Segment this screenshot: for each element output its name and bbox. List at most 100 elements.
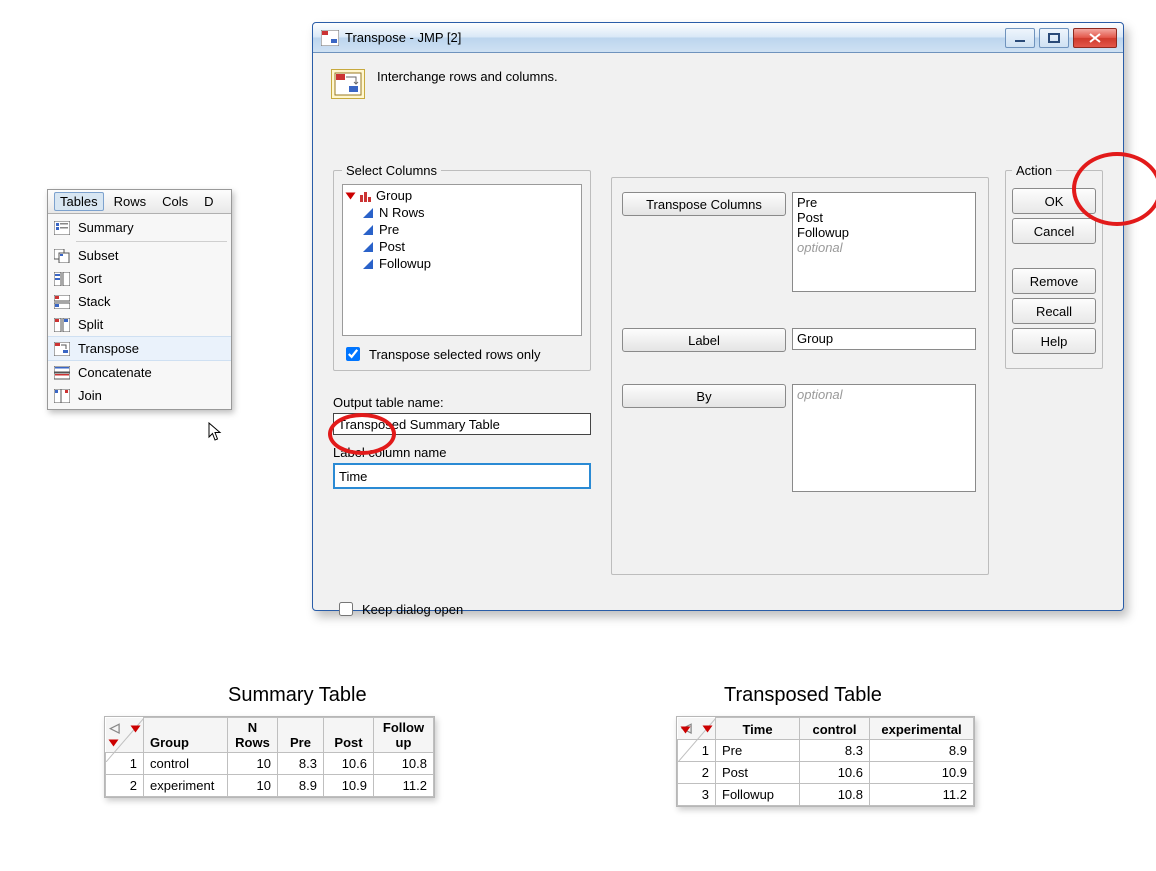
titlebar[interactable]: Transpose - JMP [2] [313, 23, 1123, 53]
menu-item-label: Summary [78, 220, 134, 235]
checkbox-input[interactable] [339, 602, 353, 616]
table-row[interactable]: 1 control 10 8.3 10.6 10.8 [106, 753, 434, 775]
menu-item-summary[interactable]: Summary [48, 216, 231, 239]
menu-item-sort[interactable]: Sort [48, 267, 231, 290]
col-header[interactable]: experimental [870, 718, 974, 740]
cell[interactable]: 8.9 [870, 740, 974, 762]
list-item[interactable]: Group [345, 187, 579, 204]
menubar-tables[interactable]: Tables [54, 192, 104, 211]
subset-icon [54, 249, 70, 263]
cell[interactable]: 10.8 [374, 753, 434, 775]
cell[interactable]: control [144, 753, 228, 775]
select-columns-fieldset: Select Columns Group N Rows Pre Pos [333, 163, 591, 371]
output-table-input[interactable] [333, 413, 591, 435]
nominal-icon [360, 190, 372, 202]
output-table-label: Output table name: [333, 395, 444, 410]
cell[interactable]: 10 [228, 753, 278, 775]
by-role-field[interactable]: optional [792, 384, 976, 492]
role-item[interactable]: Pre [797, 195, 971, 210]
select-columns-legend: Select Columns [342, 163, 441, 178]
menu-item-label: Concatenate [78, 365, 152, 380]
join-icon [54, 389, 70, 403]
cell[interactable]: 8.9 [278, 775, 324, 797]
cell[interactable]: 11.2 [374, 775, 434, 797]
menu-item-stack[interactable]: Stack [48, 290, 231, 313]
cell[interactable]: Post [716, 762, 800, 784]
table-row[interactable]: 3 Followup 10.8 11.2 [678, 784, 974, 806]
cell[interactable]: experiment [144, 775, 228, 797]
menu-item-concatenate[interactable]: Concatenate [48, 361, 231, 384]
tables-menu-panel: Tables Rows Cols D Summary Subset Sort S… [47, 189, 232, 410]
col-header[interactable]: Followup [374, 718, 434, 753]
keep-dialog-open-checkbox[interactable]: Keep dialog open [335, 599, 463, 619]
split-icon [54, 318, 70, 332]
list-item[interactable]: Post [345, 238, 579, 255]
label-role-button[interactable]: Label [622, 328, 786, 352]
cell[interactable]: 11.2 [870, 784, 974, 806]
minimize-button[interactable] [1005, 28, 1035, 48]
cancel-button[interactable]: Cancel [1012, 218, 1096, 244]
list-item[interactable]: Followup [345, 255, 579, 272]
cell[interactable]: 10.9 [870, 762, 974, 784]
col-header[interactable]: control [800, 718, 870, 740]
label-column-input[interactable] [333, 463, 591, 489]
description-row: Interchange rows and columns. [331, 69, 1111, 99]
transpose-dialog: Transpose - JMP [2] Interchange rows and… [312, 22, 1124, 611]
menubar-extra[interactable]: D [198, 192, 219, 211]
menubar-cols[interactable]: Cols [156, 192, 194, 211]
cell[interactable]: 8.3 [800, 740, 870, 762]
action-fieldset: Action OK Cancel Remove Recall Help [1005, 163, 1103, 369]
col-header[interactable]: NRows [228, 718, 278, 753]
cell[interactable]: 10.9 [324, 775, 374, 797]
checkbox-input[interactable] [346, 347, 360, 361]
menu-item-label: Sort [78, 271, 102, 286]
columns-listbox[interactable]: Group N Rows Pre Post Followup [342, 184, 582, 336]
row-number: 3 [678, 784, 716, 806]
continuous-icon [363, 225, 373, 235]
hotspot-icon[interactable] [680, 727, 690, 734]
by-role-button[interactable]: By [622, 384, 786, 408]
label-role-field[interactable]: Group [792, 328, 976, 350]
transpose-selected-checkbox[interactable]: Transpose selected rows only [342, 344, 582, 364]
menu-item-split[interactable]: Split [48, 313, 231, 336]
menu-item-transpose[interactable]: Transpose [48, 336, 231, 361]
menu-item-subset[interactable]: Subset [48, 244, 231, 267]
cell[interactable]: Followup [716, 784, 800, 806]
help-button[interactable]: Help [1012, 328, 1096, 354]
hotspot-icon[interactable] [703, 725, 713, 732]
table-row[interactable]: 1 Pre 8.3 8.9 [678, 740, 974, 762]
menu-item-join[interactable]: Join [48, 384, 231, 407]
col-header[interactable]: Pre [278, 718, 324, 753]
hotspot-icon[interactable] [108, 740, 118, 747]
recall-button[interactable]: Recall [1012, 298, 1096, 324]
role-item[interactable]: Post [797, 210, 971, 225]
maximize-button[interactable] [1039, 28, 1069, 48]
col-header[interactable]: Group [144, 718, 228, 753]
concatenate-icon [54, 366, 70, 380]
cell[interactable]: 10.8 [800, 784, 870, 806]
cell[interactable]: 10 [228, 775, 278, 797]
role-item[interactable]: Followup [797, 225, 971, 240]
hotspot-icon[interactable] [131, 725, 141, 732]
transpose-columns-field[interactable]: Pre Post Followup optional [792, 192, 976, 292]
transposed-table-caption: Transposed Table [724, 684, 882, 707]
cell[interactable]: Pre [716, 740, 800, 762]
column-name: Followup [379, 256, 431, 271]
continuous-icon [363, 242, 373, 252]
transpose-columns-button[interactable]: Transpose Columns [622, 192, 786, 216]
continuous-icon [363, 259, 373, 269]
col-header[interactable]: Time [716, 718, 800, 740]
ok-button[interactable]: OK [1012, 188, 1096, 214]
remove-button[interactable]: Remove [1012, 268, 1096, 294]
close-button[interactable] [1073, 28, 1117, 48]
list-item[interactable]: Pre [345, 221, 579, 238]
column-name: Post [379, 239, 405, 254]
cell[interactable]: 10.6 [800, 762, 870, 784]
table-row[interactable]: 2 Post 10.6 10.9 [678, 762, 974, 784]
cell[interactable]: 10.6 [324, 753, 374, 775]
table-row[interactable]: 2 experiment 10 8.9 10.9 11.2 [106, 775, 434, 797]
menubar-rows[interactable]: Rows [108, 192, 153, 211]
list-item[interactable]: N Rows [345, 204, 579, 221]
col-header[interactable]: Post [324, 718, 374, 753]
cell[interactable]: 8.3 [278, 753, 324, 775]
